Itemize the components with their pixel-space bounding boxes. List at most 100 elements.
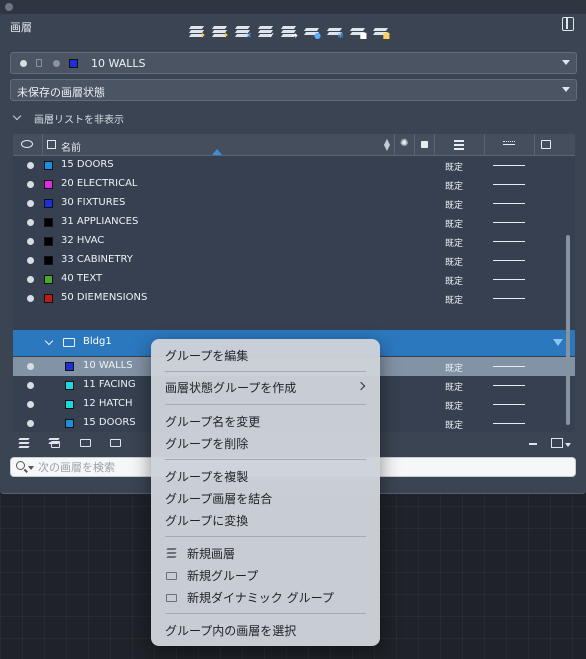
dock-panel-icon[interactable]: [562, 17, 574, 31]
layer-linetype[interactable]: [493, 423, 525, 424]
close-dot-icon[interactable]: [5, 3, 13, 11]
chevron-right-icon: [356, 381, 366, 391]
menu-item-convert-to-group[interactable]: グループに変換: [151, 510, 380, 530]
menu-item-select-layers-in-group[interactable]: グループ内の画層を選択: [151, 620, 380, 640]
layer-linetype[interactable]: [493, 404, 525, 405]
column-plot-style[interactable]: [435, 134, 485, 156]
column-settings[interactable]: [535, 134, 575, 156]
collapse-icon[interactable]: [529, 443, 537, 445]
new-layer-from-icon[interactable]: [47, 436, 61, 448]
layer-plot-style[interactable]: 既定: [445, 399, 463, 412]
new-layer-vp-frozen-icon[interactable]: ✦: [211, 22, 229, 40]
layer-isolate-icon[interactable]: ●: [303, 22, 321, 40]
layer-linetype[interactable]: [493, 279, 525, 280]
layer-color-swatch[interactable]: [65, 381, 74, 390]
on-off-icon[interactable]: [27, 363, 34, 370]
layer-color-swatch[interactable]: [65, 362, 74, 371]
chevron-down-icon[interactable]: [44, 336, 54, 346]
column-linetype[interactable]: [485, 134, 535, 156]
layer-color-swatch[interactable]: [44, 161, 53, 170]
layer-row[interactable]: 20 ELECTRICAL 既定: [13, 175, 575, 194]
new-layer-icon[interactable]: [17, 436, 31, 448]
layer-row[interactable]: 32 HVAC 既定: [13, 232, 575, 251]
column-freeze[interactable]: ✺: [395, 134, 415, 156]
layer-plot-style[interactable]: 既定: [445, 236, 463, 249]
menu-item-rename-group[interactable]: グループ名を変更: [151, 411, 380, 431]
new-dynamic-group-icon[interactable]: [109, 436, 123, 448]
menu-item-new-dynamic-group[interactable]: 新規ダイナミック グループ: [151, 587, 380, 607]
menu-item-new-group[interactable]: 新規グループ: [151, 565, 380, 585]
layer-walk-icon[interactable]: ➜: [280, 22, 298, 40]
layer-color-swatch[interactable]: [44, 256, 53, 265]
layer-plot-style[interactable]: 既定: [445, 380, 463, 393]
layer-linetype[interactable]: [493, 222, 525, 223]
layer-row[interactable]: 31 APPLIANCES 既定: [13, 213, 575, 232]
layer-freeze-icon[interactable]: ❄: [326, 22, 344, 40]
layer-linetype[interactable]: [493, 203, 525, 204]
layer-row[interactable]: 30 FIXTURES 既定: [13, 194, 575, 213]
new-group-icon[interactable]: [79, 436, 93, 448]
linetype-icon: [503, 141, 515, 145]
layer-plot-style[interactable]: 既定: [445, 198, 463, 211]
layer-color-swatch[interactable]: [44, 294, 53, 303]
layer-linetype[interactable]: [493, 260, 525, 261]
menu-item-duplicate-group[interactable]: グループを複製: [151, 466, 380, 486]
filter-icon[interactable]: [553, 339, 563, 346]
menu-item-label: 新規グループ: [187, 569, 259, 583]
layer-row[interactable]: 50 DIEMENSIONS 既定: [13, 289, 575, 308]
layer-row[interactable]: 40 TEXT 既定: [13, 270, 575, 289]
layer-linetype[interactable]: [493, 366, 525, 367]
layer-plot-style[interactable]: 既定: [445, 361, 463, 374]
layer-linetype[interactable]: [493, 184, 525, 185]
layer-color-swatch[interactable]: [65, 400, 74, 409]
column-on-off[interactable]: [13, 134, 43, 156]
on-off-icon[interactable]: [27, 219, 34, 226]
current-layer-dropdown[interactable]: 10 WALLS: [10, 52, 577, 74]
menu-item-delete-group[interactable]: グループを削除: [151, 433, 380, 453]
on-off-icon[interactable]: [27, 200, 34, 207]
on-off-icon[interactable]: [27, 257, 34, 264]
new-layer-icon[interactable]: ✦: [188, 22, 206, 40]
set-current-icon[interactable]: ✓: [257, 22, 275, 40]
layer-linetype[interactable]: [493, 385, 525, 386]
layer-color-swatch[interactable]: [44, 237, 53, 246]
layer-plot-style[interactable]: 既定: [445, 293, 463, 306]
on-off-icon[interactable]: [27, 295, 34, 302]
layer-plot-style[interactable]: 既定: [445, 274, 463, 287]
menu-item-new-layer[interactable]: 新規画層: [151, 543, 380, 563]
on-off-icon[interactable]: [27, 382, 34, 389]
layer-state-dropdown[interactable]: 未保存の画層状態: [10, 79, 577, 101]
delete-layer-icon[interactable]: ✕: [234, 22, 252, 40]
layer-linetype[interactable]: [493, 241, 525, 242]
layer-linetype[interactable]: [493, 165, 525, 166]
column-lock[interactable]: [415, 134, 435, 156]
on-off-icon[interactable]: [27, 401, 34, 408]
on-off-icon[interactable]: [27, 420, 34, 427]
layer-color-swatch[interactable]: [44, 218, 53, 227]
layer-plot-style[interactable]: 既定: [445, 160, 463, 173]
layer-row[interactable]: 15 DOORS 既定: [13, 156, 575, 175]
menu-item-create-state-group[interactable]: 画層状態グループを作成: [151, 377, 380, 397]
palette-titlebar[interactable]: [0, 0, 586, 14]
layer-plot-style[interactable]: 既定: [445, 255, 463, 268]
layer-color-swatch[interactable]: [44, 180, 53, 189]
layer-plot-style[interactable]: 既定: [445, 179, 463, 192]
on-off-icon[interactable]: [27, 162, 34, 169]
layer-unlock-icon[interactable]: ■: [372, 22, 390, 40]
layer-color-swatch[interactable]: [44, 275, 53, 284]
on-off-icon[interactable]: [27, 181, 34, 188]
layer-linetype[interactable]: [493, 298, 525, 299]
chevron-down-icon[interactable]: [28, 466, 34, 470]
layer-plot-style[interactable]: 既定: [445, 418, 463, 431]
layer-row[interactable]: 33 CABINETRY 既定: [13, 251, 575, 270]
layer-color-swatch[interactable]: [65, 419, 74, 428]
columns-menu-icon[interactable]: [551, 438, 563, 448]
on-off-icon[interactable]: [27, 276, 34, 283]
layer-list-scrollbar[interactable]: [566, 235, 570, 425]
on-off-icon[interactable]: [27, 238, 34, 245]
layer-color-swatch[interactable]: [44, 199, 53, 208]
layer-plot-style[interactable]: 既定: [445, 217, 463, 230]
menu-item-edit-group[interactable]: グループを編集: [151, 345, 380, 365]
layer-lock-icon[interactable]: ■: [349, 22, 367, 40]
menu-item-merge-group-layers[interactable]: グループ画層を結合: [151, 488, 380, 508]
